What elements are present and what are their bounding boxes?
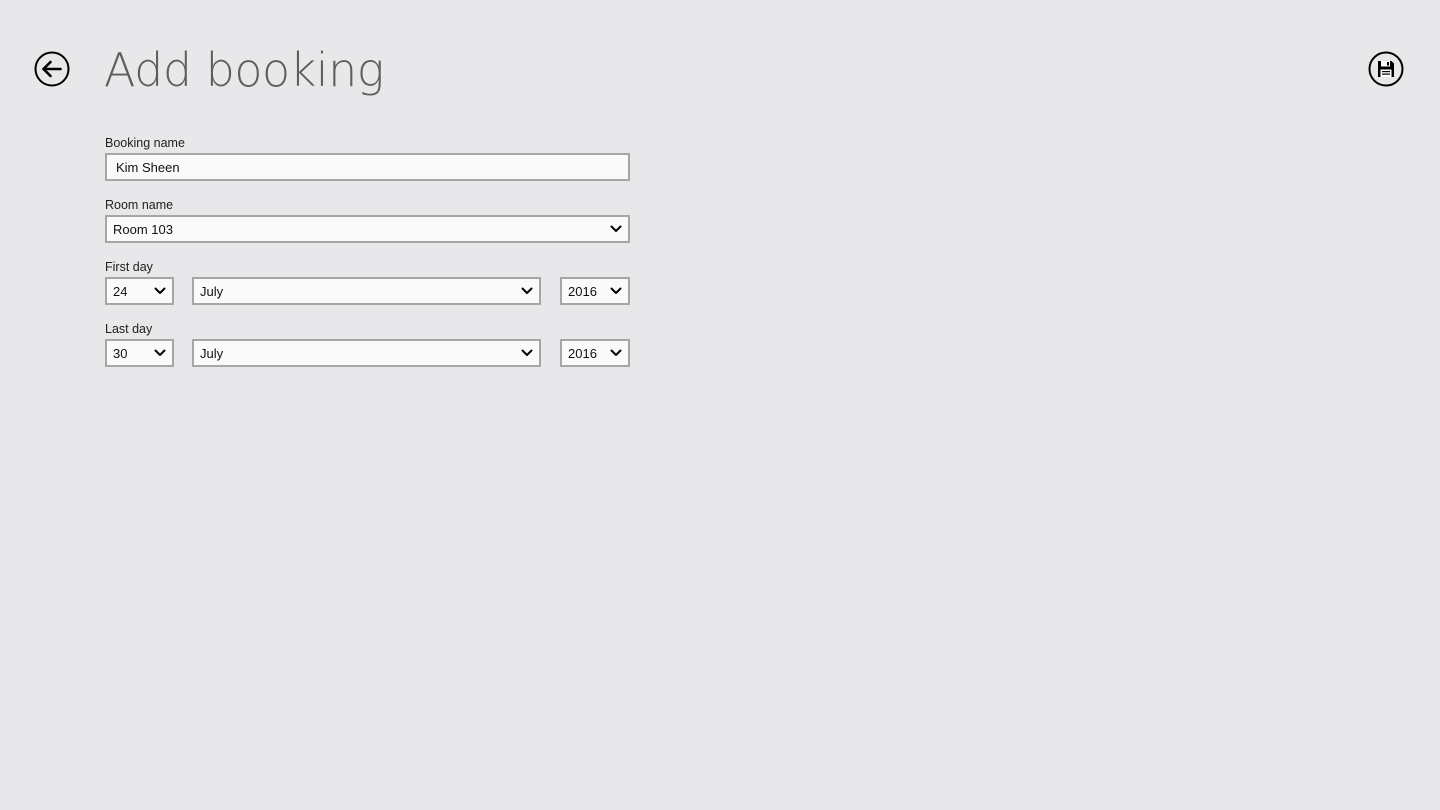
booking-name-group: Booking name <box>105 133 631 181</box>
chevron-down-icon <box>609 284 623 298</box>
last-day-month-value: July <box>200 345 224 361</box>
save-button[interactable] <box>1368 51 1404 87</box>
save-icon <box>1368 51 1404 87</box>
last-day-year-value: 2016 <box>568 345 597 361</box>
booking-name-input[interactable] <box>105 153 630 181</box>
last-day-label: Last day <box>105 322 153 336</box>
first-day-group: First day 24 July 2016 <box>105 257 631 305</box>
chevron-down-icon <box>520 346 534 360</box>
first-day-label: First day <box>105 260 153 274</box>
last-day-day-select[interactable]: 30 <box>105 339 174 367</box>
back-button[interactable] <box>34 51 70 87</box>
back-arrow-icon <box>34 51 70 87</box>
booking-form: Booking name Room name Room 103 First da… <box>105 133 631 381</box>
room-name-group: Room name Room 103 <box>105 195 631 243</box>
first-day-row: 24 July 2016 <box>105 277 631 305</box>
chevron-down-icon <box>609 222 623 236</box>
last-day-month-select[interactable]: July <box>192 339 541 367</box>
page-title: Add booking <box>104 43 384 97</box>
first-day-year-value: 2016 <box>568 283 597 299</box>
last-day-row: 30 July 2016 <box>105 339 631 367</box>
booking-name-label: Booking name <box>105 136 185 150</box>
first-day-day-value: 24 <box>113 283 128 299</box>
room-name-value: Room 103 <box>113 221 173 237</box>
chevron-down-icon <box>520 284 534 298</box>
first-day-year-select[interactable]: 2016 <box>560 277 630 305</box>
room-name-label: Room name <box>105 198 174 212</box>
last-day-day-value: 30 <box>113 345 128 361</box>
chevron-down-icon <box>609 346 623 360</box>
chevron-down-icon <box>153 284 167 298</box>
chevron-down-icon <box>153 346 167 360</box>
room-name-select[interactable]: Room 103 <box>105 215 630 243</box>
last-day-group: Last day 30 July 2016 <box>105 319 631 367</box>
first-day-day-select[interactable]: 24 <box>105 277 174 305</box>
first-day-month-select[interactable]: July <box>192 277 541 305</box>
first-day-month-value: July <box>200 283 224 299</box>
last-day-year-select[interactable]: 2016 <box>560 339 630 367</box>
